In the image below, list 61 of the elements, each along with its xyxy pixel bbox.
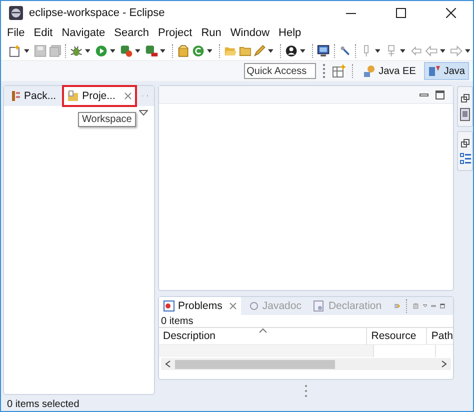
caret-icon[interactable] xyxy=(24,48,30,52)
run-icon[interactable] xyxy=(95,44,108,58)
scroll-left-icon[interactable] xyxy=(165,360,171,368)
menu-item[interactable]: Window xyxy=(230,27,270,39)
caret-icon[interactable] xyxy=(134,48,140,52)
package-tree-icon xyxy=(11,90,21,102)
menu-item[interactable]: Help xyxy=(278,27,302,39)
perspective-icon xyxy=(428,64,441,78)
restore-icon[interactable] xyxy=(460,139,470,148)
folder-icon xyxy=(67,90,80,102)
document-icon xyxy=(313,300,326,312)
caret-icon[interactable] xyxy=(464,48,470,52)
bug-icon[interactable] xyxy=(70,44,83,58)
perspective-button[interactable]: Java EE xyxy=(358,62,420,80)
view-tab[interactable]: Pack... xyxy=(7,86,60,106)
tooltip: Workspace xyxy=(78,112,136,127)
horizontal-scrollbar[interactable] xyxy=(161,358,451,370)
scrollbar-thumb[interactable] xyxy=(175,360,335,368)
caret-icon[interactable] xyxy=(206,48,212,52)
menu-item[interactable]: Run xyxy=(201,27,222,39)
view-menu-icon[interactable] xyxy=(139,110,148,116)
package-icon[interactable] xyxy=(177,44,190,58)
sash-handle-icon[interactable] xyxy=(305,385,307,397)
caret-icon[interactable] xyxy=(300,48,306,52)
caret-icon[interactable] xyxy=(440,48,446,52)
person-icon[interactable] xyxy=(285,44,298,58)
pin-icon[interactable] xyxy=(338,44,352,58)
column-header[interactable]: Path xyxy=(426,328,453,344)
view-tab[interactable]: Problems xyxy=(159,297,242,315)
caret-icon[interactable] xyxy=(110,48,116,52)
menu-item[interactable]: Search xyxy=(114,27,149,39)
caret-icon[interactable] xyxy=(375,48,380,52)
menu-item[interactable]: Edit xyxy=(34,27,53,39)
new-file-icon[interactable] xyxy=(9,44,22,58)
new-class-icon[interactable] xyxy=(192,44,205,58)
item-count: 0 items xyxy=(159,315,453,328)
view-tab[interactable]: Proje... xyxy=(63,86,136,106)
caret-icon[interactable] xyxy=(400,48,406,52)
column-header[interactable]: Description xyxy=(159,328,366,344)
caret-icon[interactable] xyxy=(84,48,90,52)
perspective-button[interactable]: Java xyxy=(424,62,469,80)
status-text: 0 items selected xyxy=(7,398,80,410)
window-title: eclipse-workspace - Eclipse xyxy=(29,7,165,19)
quick-access-field[interactable]: Quick Access xyxy=(244,63,316,79)
task-list-icon[interactable] xyxy=(460,108,470,121)
caret-icon[interactable] xyxy=(268,48,274,52)
menu-item[interactable]: Navigate xyxy=(62,27,106,39)
outline-icon[interactable] xyxy=(460,153,470,165)
pencil-icon[interactable] xyxy=(253,44,266,58)
error-list-icon xyxy=(163,300,175,312)
monitor-icon[interactable] xyxy=(317,44,330,58)
caret-icon[interactable] xyxy=(160,48,166,52)
scroll-right-icon[interactable] xyxy=(441,360,447,368)
eclipse-logo-icon xyxy=(9,6,23,20)
open-perspective-icon[interactable] xyxy=(332,64,346,78)
close-icon[interactable] xyxy=(446,8,456,18)
restore-icon[interactable] xyxy=(460,94,470,103)
menu-item[interactable]: File xyxy=(7,27,25,39)
menu-item[interactable]: Project xyxy=(158,27,192,39)
perspective-icon xyxy=(362,64,376,78)
view-menu-icon[interactable] xyxy=(422,303,428,309)
